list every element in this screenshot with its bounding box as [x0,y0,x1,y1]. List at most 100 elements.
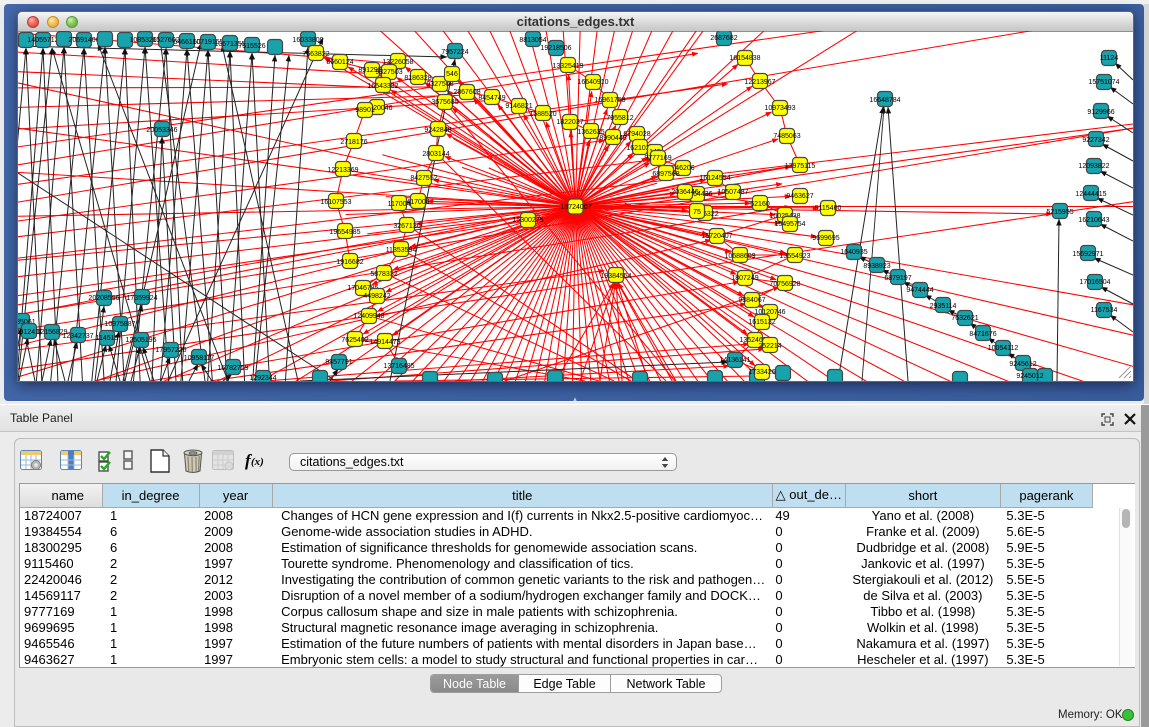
svg-text:3675685: 3675685 [431,99,458,106]
svg-text:6879197: 6879197 [884,275,911,282]
svg-text:1733426: 1733426 [748,369,775,376]
svg-text:16961758: 16961758 [594,97,625,104]
svg-text:19218506: 19218506 [540,45,571,52]
svg-text:16033809: 16033809 [292,37,323,44]
svg-text:10973493: 10973493 [764,105,795,112]
svg-text:7515526: 7515526 [238,43,265,50]
svg-text:20208596: 20208596 [88,295,119,302]
svg-text:9474444: 9474444 [906,287,933,294]
svg-text:13975115: 13975115 [785,163,816,170]
svg-text:16640910: 16640910 [577,79,608,86]
svg-text:2687682: 2687682 [710,35,737,42]
svg-text:16154838: 16154838 [729,55,760,62]
svg-text:9699695: 9699695 [812,235,839,242]
svg-text:8938923: 8938923 [863,263,890,270]
svg-text:13554923: 13554923 [779,253,810,260]
svg-text:252214: 252214 [758,343,781,350]
svg-text:98901: 98901 [355,107,375,114]
svg-text:2036446: 2036446 [671,189,698,196]
svg-text:14914479: 14914479 [369,339,400,346]
svg-text:3267130: 3267130 [393,223,420,230]
svg-text:19654985: 19654985 [329,229,360,236]
svg-text:14136141: 14136141 [719,357,750,364]
svg-text:16782759: 16782759 [217,365,248,372]
svg-text:7663822: 7663822 [302,51,329,58]
svg-text:1588520: 1588520 [529,111,556,118]
svg-text:17957225: 17957225 [155,347,186,354]
svg-text:10958117: 10958117 [184,355,215,362]
svg-text:17016504: 17016504 [1079,279,1110,286]
svg-text:10688609: 10688609 [724,253,755,260]
svg-text:5215955: 5215955 [1046,209,1073,216]
svg-text:9146821: 9146821 [505,103,532,110]
svg-text:9384067: 9384067 [738,297,765,304]
svg-text:12505195: 12505195 [125,337,156,344]
svg-text:9457791: 9457791 [325,359,352,366]
svg-text:15300275: 15300275 [512,217,543,224]
svg-text:2718176: 2718176 [340,139,367,146]
svg-text:7485063: 7485063 [773,133,800,140]
svg-text:20053346: 20053346 [146,127,177,134]
svg-text:15495754: 15495754 [774,221,805,228]
svg-text:12213369: 12213369 [327,167,358,174]
svg-text:6897568: 6897568 [652,171,679,178]
svg-text:117004: 117004 [388,201,411,208]
svg-text:8427552: 8427552 [410,175,437,182]
svg-text:4498242: 4498242 [363,293,390,300]
svg-text:9777169: 9777169 [644,155,671,162]
svg-text:1292344: 1292344 [249,375,276,381]
svg-text:16107553: 16107553 [320,199,351,206]
svg-text:7632621: 7632621 [951,315,978,322]
svg-text:13716485: 13716485 [383,363,414,370]
svg-text:9245612: 9245612 [1009,361,1036,368]
svg-text:20691406: 20691406 [68,37,99,44]
svg-text:62160: 62160 [750,201,770,208]
svg-text:1916682: 1916682 [336,259,363,266]
svg-text:12444415: 12444415 [1075,191,1106,198]
svg-text:12342737: 12342737 [62,333,93,340]
svg-text:(x): (x) [251,456,264,468]
svg-text:70756928: 70756928 [769,281,800,288]
svg-text:13325419: 13325419 [552,63,583,70]
svg-text:19384554: 19384554 [600,273,631,280]
svg-text:2935114: 2935114 [930,303,957,310]
svg-text:7957224: 7957224 [441,49,468,56]
svg-text:8471676: 8471676 [969,331,996,338]
svg-text:8660124: 8660124 [326,59,353,66]
svg-text:114519: 114519 [96,335,119,342]
svg-text:1807249: 1807249 [731,275,758,282]
svg-text:12093822: 12093822 [1078,163,1109,170]
svg-text:16543382: 16543382 [367,83,398,90]
svg-text:546: 546 [446,71,458,78]
svg-text:7625402: 7625402 [341,337,368,344]
svg-text:2803144: 2803144 [422,151,449,158]
svg-text:8813054: 8813054 [519,37,546,44]
svg-text:10975887: 10975887 [104,321,135,328]
svg-text:10507487: 10507487 [717,189,748,196]
svg-text:9115460: 9115460 [815,205,842,212]
svg-text:18724007: 18724007 [560,204,591,211]
svg-text:1640935: 1640935 [840,249,867,256]
svg-text:9129966: 9129966 [1087,109,1114,116]
svg-text:12409948: 12409948 [353,313,384,320]
svg-text:16648784: 16648784 [869,97,900,104]
svg-text:1167534: 1167534 [1091,307,1118,314]
svg-text:15720407: 15720407 [701,233,732,240]
svg-text:9242848: 9242848 [424,127,451,134]
svg-text:8454749: 8454749 [478,95,505,102]
svg-text:11353594: 11353594 [386,247,417,254]
svg-text:15751074: 15751074 [1088,79,1119,86]
svg-text:16210643: 16210643 [1078,217,1109,224]
svg-text:2867608: 2867608 [453,89,480,96]
svg-text:15692971: 15692971 [1072,251,1103,258]
svg-text:1615132: 1615132 [748,319,775,326]
svg-text:9463627: 9463627 [786,193,813,200]
svg-text:9245012: 9245012 [1016,373,1043,380]
svg-text:9327503: 9327503 [375,69,402,76]
svg-text:7955812: 7955812 [606,115,633,122]
svg-text:5878332: 5878332 [370,271,397,278]
svg-text:1822037: 1822037 [556,119,583,126]
svg-text:16124554: 16124554 [699,175,730,182]
svg-text:17359924: 17359924 [126,295,157,302]
svg-text:10054112: 10054112 [988,345,1019,352]
